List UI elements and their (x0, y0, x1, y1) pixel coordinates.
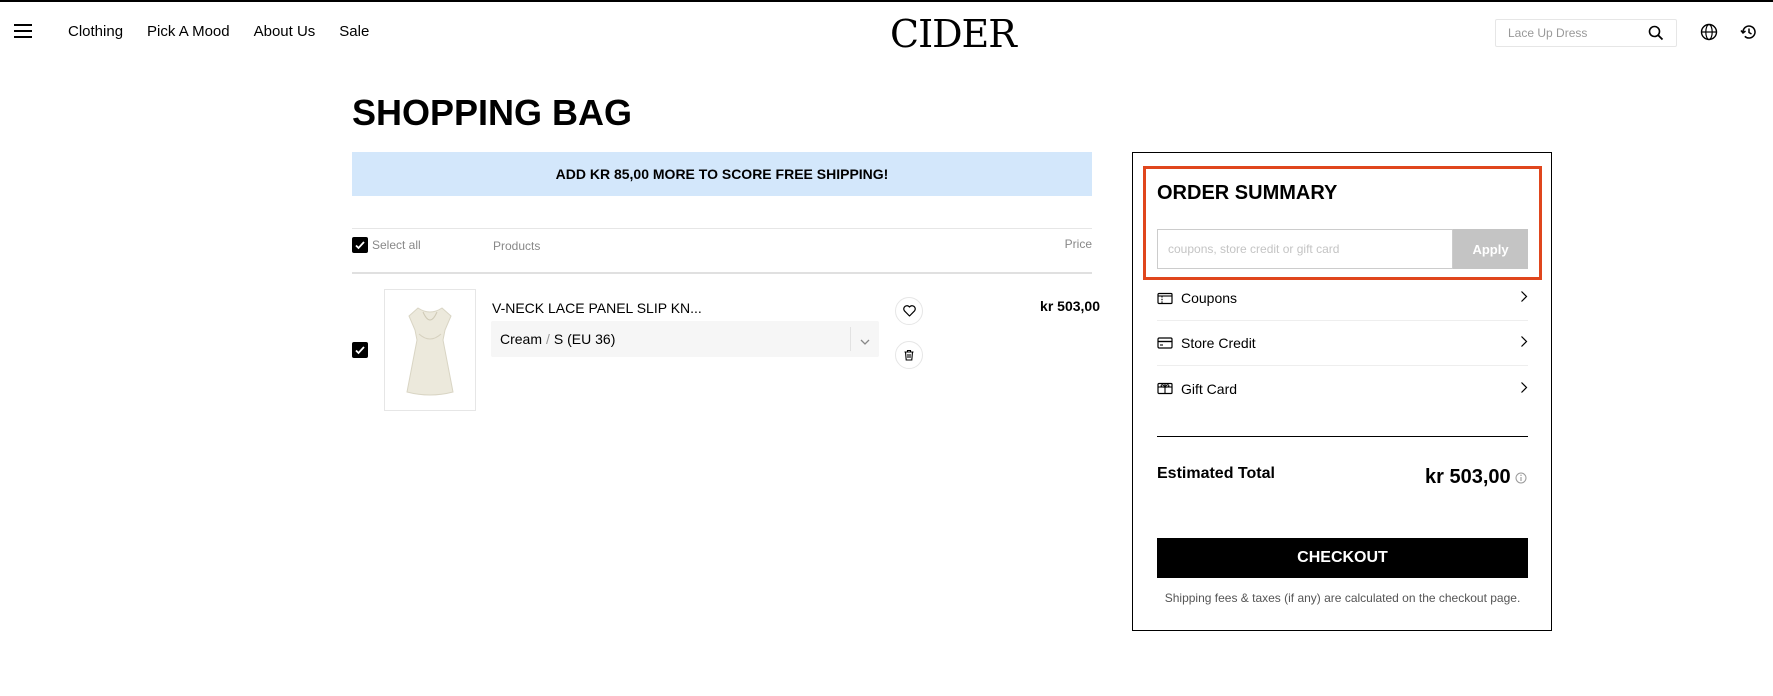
product-title[interactable]: V-NECK LACE PANEL SLIP KN... (492, 300, 702, 316)
search-input[interactable] (1508, 26, 1638, 40)
free-shipping-banner: ADD KR 85,00 MORE TO SCORE FREE SHIPPING… (352, 152, 1092, 196)
store-credit-row[interactable]: Store Credit (1157, 321, 1528, 366)
estimated-total-label: Estimated Total (1157, 465, 1275, 482)
delete-button[interactable] (895, 341, 923, 369)
history-icon[interactable] (1740, 23, 1758, 46)
variant-selector[interactable]: Cream / S (EU 36) (491, 321, 879, 357)
chevron-right-icon (1520, 381, 1528, 397)
select-all-checkbox[interactable]: Select all (352, 237, 421, 253)
item-price: kr 503,00 (1040, 298, 1100, 314)
select-all-label: Select all (372, 238, 421, 252)
search-icon[interactable] (1648, 25, 1664, 46)
page-title: SHOPPING BAG (352, 92, 633, 133)
globe-icon[interactable] (1700, 23, 1718, 46)
shipping-note: Shipping fees & taxes (if any) are calcu… (1164, 591, 1521, 605)
estimated-total-value: kr 503,00 (1425, 466, 1511, 488)
checkout-button[interactable]: CHECKOUT (1157, 538, 1528, 578)
price-column-header: Price (1064, 237, 1092, 251)
product-image[interactable] (384, 289, 476, 411)
heart-icon (902, 305, 916, 317)
site-header: Clothing Pick A Mood About Us Sale CIDER (0, 2, 1773, 62)
coupon-input[interactable] (1157, 229, 1453, 269)
apply-button[interactable]: Apply (1453, 229, 1528, 269)
chevron-right-icon (1520, 290, 1528, 306)
wishlist-button[interactable] (895, 297, 923, 325)
variant-size: S (EU 36) (553, 331, 616, 347)
menu-icon[interactable] (14, 24, 32, 38)
main-nav: Clothing Pick A Mood About Us Sale (68, 23, 369, 40)
store-credit-label: Store Credit (1181, 335, 1256, 351)
nav-clothing[interactable]: Clothing (68, 23, 123, 40)
item-checkbox[interactable] (352, 342, 368, 358)
logo[interactable]: CIDER (890, 12, 1017, 56)
variant-divider (850, 327, 851, 351)
cart-table-header: Select all Products Price (352, 228, 1092, 274)
coupons-label: Coupons (1181, 290, 1238, 306)
search-box (1495, 19, 1677, 47)
trash-icon (904, 349, 914, 361)
products-column-header: Products (493, 239, 541, 253)
ticket-icon (1157, 291, 1175, 305)
nav-about-us[interactable]: About Us (254, 23, 316, 40)
chevron-right-icon (1520, 335, 1528, 351)
order-summary-title: ORDER SUMMARY (1157, 182, 1338, 204)
card-icon (1157, 337, 1175, 349)
checkbox-checked-icon (352, 237, 368, 253)
coupons-row[interactable]: Coupons (1157, 276, 1528, 321)
gift-card-icon (1157, 382, 1175, 395)
nav-pick-a-mood[interactable]: Pick A Mood (147, 23, 230, 40)
gift-card-row[interactable]: Gift Card (1157, 366, 1528, 411)
gift-card-label: Gift Card (1181, 380, 1238, 397)
summary-divider (1157, 436, 1528, 437)
nav-sale[interactable]: Sale (339, 23, 369, 40)
info-icon[interactable] (1515, 471, 1527, 489)
chevron-down-icon (860, 333, 870, 351)
variant-color: Cream (500, 331, 543, 347)
